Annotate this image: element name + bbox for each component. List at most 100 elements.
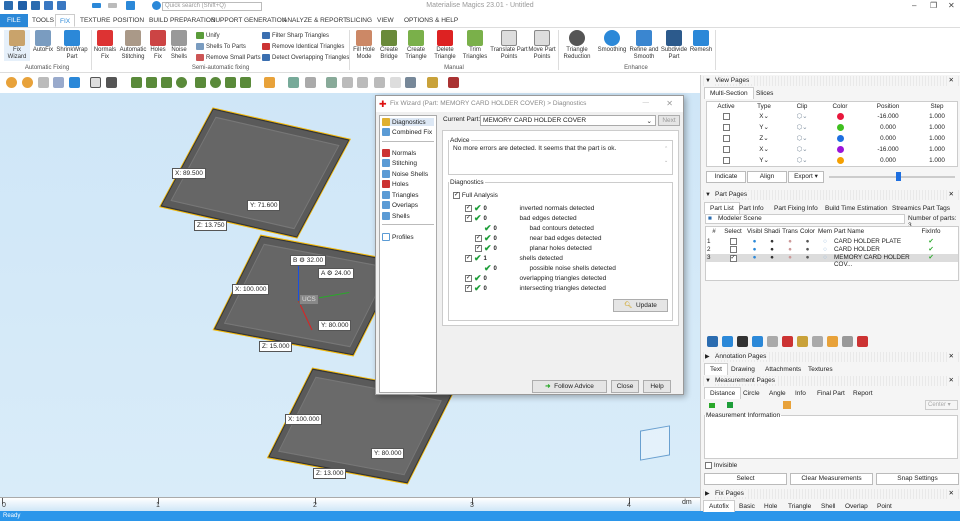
checkbox[interactable]: ✓: [465, 275, 472, 282]
active-checkbox[interactable]: [707, 146, 745, 155]
visible-icon[interactable]: ●: [746, 238, 763, 245]
color-swatch[interactable]: [821, 124, 859, 133]
visible-icon[interactable]: ●: [746, 254, 763, 261]
color-swatch[interactable]: [821, 146, 859, 155]
zoom-icon[interactable]: [6, 77, 17, 88]
tab-view[interactable]: VIEW: [373, 16, 398, 25]
select-triangle-icon[interactable]: [131, 77, 142, 88]
fix-wizard-button[interactable]: Fix Wizard: [4, 30, 30, 61]
tab-autofix[interactable]: Autofix: [703, 500, 735, 512]
next-button[interactable]: Next: [658, 115, 680, 126]
nav-diagnostics[interactable]: Diagnostics: [382, 118, 434, 126]
color-icon[interactable]: ●: [799, 254, 816, 261]
tab-options-help[interactable]: OPTIONS & HELP: [400, 16, 462, 25]
tab-hole[interactable]: Hole: [759, 501, 782, 512]
export-button[interactable]: Export ▾: [788, 171, 824, 183]
current-part-select[interactable]: MEMORY CARD HOLDER COVER ⌄: [480, 115, 656, 126]
position-value[interactable]: -16.000: [859, 146, 917, 153]
tab-multi-section[interactable]: Multi-Section: [704, 87, 754, 99]
select-lasso-icon[interactable]: [240, 77, 251, 88]
part-tool-icon[interactable]: [797, 336, 808, 347]
triangle-tool-icon[interactable]: [374, 77, 385, 88]
scene-select[interactable]: ■ Modeler Scene: [705, 214, 905, 224]
memory-icon[interactable]: ○: [816, 246, 834, 253]
select-button[interactable]: Select: [704, 473, 787, 485]
wireframe-icon[interactable]: [90, 77, 101, 88]
tab-fix[interactable]: FIX: [55, 14, 76, 27]
position-value[interactable]: 0.000: [859, 135, 917, 142]
color-icon[interactable]: ●: [799, 246, 816, 253]
type-select[interactable]: X⌄: [745, 146, 783, 153]
nav-overlaps[interactable]: Overlaps: [382, 201, 418, 209]
select-part-icon[interactable]: [264, 77, 275, 88]
transparency-icon[interactable]: ●: [781, 254, 799, 261]
trim-triangles-button[interactable]: Trim Triangles: [461, 30, 489, 61]
shading-icon[interactable]: ●: [763, 254, 781, 261]
select-plane-icon[interactable]: [146, 77, 157, 88]
shading-icon[interactable]: ●: [763, 238, 781, 245]
nav-triangles[interactable]: Triangles: [382, 191, 419, 199]
view-pages-header[interactable]: ▼ View Pages ✕: [701, 76, 960, 86]
position-value[interactable]: 0.000: [859, 124, 917, 131]
type-select[interactable]: Y⌄: [745, 124, 783, 131]
type-select[interactable]: X⌄: [745, 113, 783, 120]
delete-marked-icon[interactable]: [326, 77, 337, 88]
active-checkbox[interactable]: [707, 124, 745, 133]
rotate-icon[interactable]: [53, 77, 64, 88]
shaded-icon[interactable]: [106, 77, 117, 88]
dialog-minimize-button[interactable]: —: [643, 99, 650, 106]
tab-slices[interactable]: Slices: [751, 88, 778, 99]
checkbox[interactable]: ✓: [475, 245, 482, 252]
snap-mode-select[interactable]: Center ▾: [925, 400, 958, 410]
transparency-icon[interactable]: ●: [781, 246, 799, 253]
automatic-stitching-button[interactable]: Automatic Stitching: [119, 30, 147, 61]
zoom-window-icon[interactable]: [22, 77, 33, 88]
color-icon[interactable]: ●: [799, 238, 816, 245]
tab-shell[interactable]: Shell: [816, 501, 840, 512]
tab-file[interactable]: FILE: [0, 14, 28, 27]
memory-icon[interactable]: ○: [816, 238, 834, 245]
dialog-close-button[interactable]: ✕: [666, 99, 673, 108]
tab-info[interactable]: Info: [790, 388, 811, 399]
checkbox[interactable]: ✓: [465, 255, 472, 262]
checkbox[interactable]: ✓: [465, 215, 472, 222]
clip-icon[interactable]: ⬡⌄: [783, 113, 821, 120]
triangle-reduction-button[interactable]: Triangle Reduction: [562, 30, 592, 61]
triangle-color-icon[interactable]: [427, 77, 438, 88]
smoothing-button[interactable]: Smoothing: [596, 30, 628, 54]
select-connected-icon[interactable]: [210, 77, 221, 88]
visible-icon[interactable]: ●: [746, 246, 763, 253]
move-part-points-button[interactable]: Move Part Points: [528, 30, 556, 61]
section-slider[interactable]: [829, 172, 955, 181]
create-bridge-button[interactable]: Create Bridge: [377, 30, 401, 61]
nav-stitching[interactable]: Stitching: [382, 159, 417, 167]
normals-fix-button[interactable]: Normals Fix: [93, 30, 117, 61]
slider-thumb[interactable]: [896, 172, 902, 181]
shading-icon[interactable]: ●: [763, 246, 781, 253]
tab-overlap[interactable]: Overlap: [840, 501, 873, 512]
position-value[interactable]: 0.000: [859, 157, 917, 164]
active-checkbox[interactable]: [707, 113, 745, 122]
select-box-icon[interactable]: [195, 77, 206, 88]
nav-shells[interactable]: Shells: [382, 212, 410, 220]
detect-overlapping-triangles-button[interactable]: Detect Overlapping Triangles: [262, 54, 349, 61]
invisible-checkbox[interactable]: Invisible: [705, 462, 737, 469]
part-tool-icon[interactable]: [722, 336, 733, 347]
subdivide-part-button[interactable]: Subdivide Part: [660, 30, 688, 61]
step-value[interactable]: 1.000: [917, 124, 957, 131]
unify-button[interactable]: Unify: [196, 32, 220, 39]
part-row[interactable]: 1 ● ● ● ● ○ CARD HOLDER PLATE ✔: [706, 238, 958, 246]
tab-distance[interactable]: Distance: [704, 387, 742, 399]
active-checkbox[interactable]: [707, 135, 745, 144]
triangle-tool-icon[interactable]: [405, 77, 416, 88]
part-tool-icon[interactable]: [752, 336, 763, 347]
triangle-color-icon[interactable]: [448, 77, 459, 88]
refine-smooth-button[interactable]: Refine and Smooth: [629, 30, 659, 61]
triangle-tool-icon[interactable]: [357, 77, 368, 88]
part-tool-icon[interactable]: [812, 336, 823, 347]
transparency-icon[interactable]: ●: [781, 238, 799, 245]
align-button[interactable]: Align: [747, 171, 787, 183]
nav-noise-shells[interactable]: Noise Shells: [382, 170, 428, 178]
type-select[interactable]: Z⌄: [745, 135, 783, 142]
pan-icon[interactable]: [38, 77, 49, 88]
